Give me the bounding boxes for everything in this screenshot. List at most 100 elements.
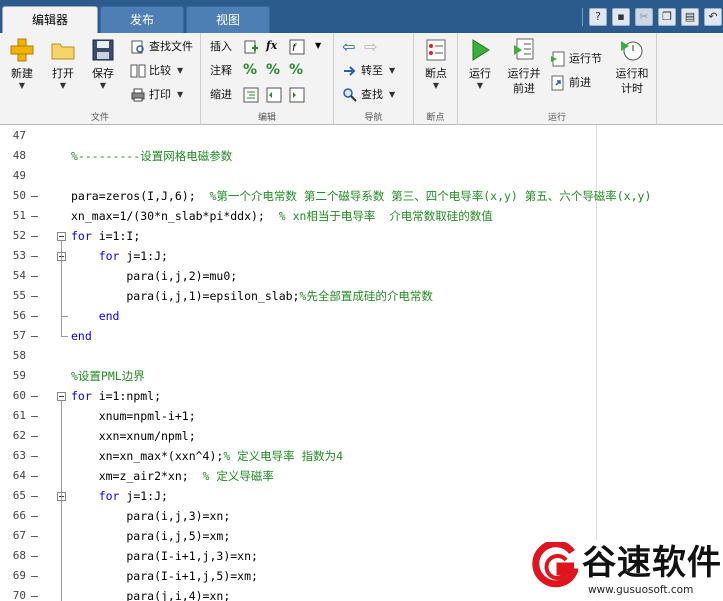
smart-indent-icon[interactable] (243, 87, 259, 103)
code-line[interactable]: 55 — para(i,j,1)=epsilon_slab;%先全部置成硅的介电常… (0, 286, 723, 306)
fold-control[interactable] (57, 486, 71, 506)
breakpoint-marker[interactable]: — (31, 486, 38, 506)
code-line[interactable]: 48 %---------设置网格电磁参数 (0, 146, 723, 166)
breakpoint-marker[interactable]: — (31, 326, 38, 346)
code-text: para(i,j,1)=epsilon_slab;%先全部置成硅的介电常数 (71, 289, 433, 303)
code-line[interactable]: 56 — end (0, 306, 723, 326)
insert-function-box-icon[interactable]: f (289, 39, 305, 55)
increase-indent-icon[interactable] (266, 87, 282, 103)
code-text: xn_max=1/(30*n_slab*pi*ddx); % xn相当于电导率 … (71, 209, 493, 223)
chevron-down-icon: ▼ (476, 81, 484, 90)
breakpoint-marker[interactable]: — (31, 286, 38, 306)
breakpoint-marker[interactable]: — (31, 466, 38, 486)
tab-publish[interactable]: 发布 (100, 6, 184, 33)
fold-control[interactable] (57, 246, 71, 266)
tab-view[interactable]: 视图 (186, 6, 270, 33)
breakpoints-button[interactable]: 断点 ▼ (417, 37, 455, 91)
code-line[interactable]: 66 — para(i,j,3)=xn; (0, 506, 723, 526)
code-line[interactable]: 63 — xn=xn_max*(xxn^4);% 定义电导率 指数为4 (0, 446, 723, 466)
goto-button[interactable]: 转至 ▼ (342, 61, 395, 81)
code-line[interactable]: 53 — for j=1:J; (0, 246, 723, 266)
breakpoint-marker[interactable]: — (31, 506, 38, 526)
code-line[interactable]: 51 — xn_max=1/(30*n_slab*pi*ddx); % xn相当于电… (0, 206, 723, 226)
insert-section-icon[interactable] (243, 39, 259, 55)
uncomment-percent-icon[interactable]: % (266, 62, 280, 78)
print-button[interactable]: 打印 ▼ (130, 85, 183, 105)
help-search-icon[interactable]: ? (589, 8, 607, 26)
breakpoint-marker[interactable]: — (31, 206, 38, 226)
code-line[interactable]: 50 — para=zeros(I,J,6); %第一个介电常数 第二个磁导系数 第… (0, 186, 723, 206)
compare-button[interactable]: 比较 ▼ (130, 61, 183, 81)
breakpoint-marker[interactable]: — (31, 566, 38, 586)
forward-arrow-icon[interactable]: ⇨ (364, 37, 377, 56)
line-number: 60 (12, 389, 26, 402)
code-line[interactable]: 52 — for i=1:I; (0, 226, 723, 246)
code-line[interactable]: 61 — xnum=npml-i+1; (0, 406, 723, 426)
code-line[interactable]: 57 — end (0, 326, 723, 346)
breakpoint-marker[interactable]: — (31, 246, 38, 266)
fold-control[interactable] (57, 386, 71, 406)
breakpoint-marker[interactable]: — (31, 446, 38, 466)
code-comment: % xn相当于电导率 介电常数取硅的数值 (264, 209, 493, 223)
open-button[interactable]: 打开 ▼ (44, 37, 82, 91)
code-line[interactable]: 58 (0, 346, 723, 366)
comment-label: 注释 (210, 64, 232, 77)
code-line[interactable]: 47 (0, 126, 723, 146)
chevron-down-icon[interactable]: ▼ (315, 41, 321, 50)
fold-control[interactable] (57, 326, 71, 346)
indent-button[interactable]: 缩进 (210, 85, 232, 105)
fold-guide-line (61, 241, 62, 336)
cut-icon[interactable]: ✂ (635, 8, 653, 26)
run-label: 运行 (469, 67, 491, 80)
decrease-indent-icon[interactable] (289, 87, 305, 103)
line-number: 52 (12, 229, 26, 242)
code-line[interactable]: 49 (0, 166, 723, 186)
undo-icon[interactable]: ↶ (704, 8, 722, 26)
comment-button[interactable]: 注释 (210, 61, 232, 81)
save-icon[interactable]: ▪ (612, 8, 630, 26)
paste-icon[interactable]: ▤ (681, 8, 699, 26)
insert-button[interactable]: 插入 (210, 37, 232, 57)
breakpoint-marker[interactable]: — (31, 186, 38, 206)
breakpoint-marker[interactable]: — (31, 226, 38, 246)
find-files-button[interactable]: 查找文件 (130, 37, 193, 57)
advance-button[interactable]: 前进 (550, 73, 591, 93)
code-editor[interactable]: 47 48 %---------设置网格电磁参数 49 50 — para=zeros(I,… (0, 125, 723, 601)
run-and-advance-button[interactable]: 运行并 前进 (502, 37, 546, 96)
breakpoint-marker[interactable]: — (31, 526, 38, 546)
advance-icon (551, 75, 564, 91)
code-line[interactable]: 59 %设置PML边界 (0, 366, 723, 386)
new-button[interactable]: 新建 ▼ (3, 37, 41, 91)
code-text: end (71, 306, 120, 326)
breakpoint-marker[interactable]: — (31, 266, 38, 286)
breakpoint-marker[interactable]: — (31, 386, 38, 406)
save-button[interactable]: 保存 ▼ (84, 37, 122, 91)
code-line[interactable]: 54 — para(i,j,2)=mu0; (0, 266, 723, 286)
code-text: xm=z_air2*xn; % 定义导磁率 (71, 469, 274, 483)
find-button[interactable]: 查找 ▼ (342, 85, 395, 105)
breakpoint-marker[interactable]: — (31, 586, 38, 601)
wrap-comment-icon[interactable]: % (289, 62, 303, 78)
breakpoint-marker[interactable]: — (31, 546, 38, 566)
group-file-label: 文件 (90, 113, 109, 123)
breakpoint-marker[interactable]: — (31, 426, 38, 446)
code-line[interactable]: 64 — xm=z_air2*xn; % 定义导磁率 (0, 466, 723, 486)
run-section-button[interactable]: 运行节 (550, 49, 602, 69)
fold-control[interactable] (57, 306, 71, 326)
code-line[interactable]: 60 — for i=1:npml; (0, 386, 723, 406)
watermark: 谷速软件 www.gusuosoft.com (522, 540, 723, 601)
line-number: 59 (12, 369, 26, 382)
run-and-time-button[interactable]: 运行和 计时 (610, 37, 654, 96)
breakpoint-marker[interactable]: — (31, 306, 38, 326)
back-arrow-icon[interactable]: ⇦ (342, 37, 355, 56)
breakpoint-marker[interactable]: — (31, 406, 38, 426)
stopwatch-run-icon (621, 41, 643, 61)
comment-percent-icon[interactable]: % (243, 62, 257, 78)
code-line[interactable]: 65 — for j=1:J; (0, 486, 723, 506)
insert-function-button[interactable]: fx (266, 36, 277, 56)
copy-icon[interactable]: ❐ (658, 8, 676, 26)
fold-control[interactable] (57, 226, 71, 246)
code-line[interactable]: 62 — xxn=xnum/npml; (0, 426, 723, 446)
tab-editor[interactable]: 编辑器 (2, 6, 98, 34)
run-button[interactable]: 运行 ▼ (461, 37, 499, 91)
